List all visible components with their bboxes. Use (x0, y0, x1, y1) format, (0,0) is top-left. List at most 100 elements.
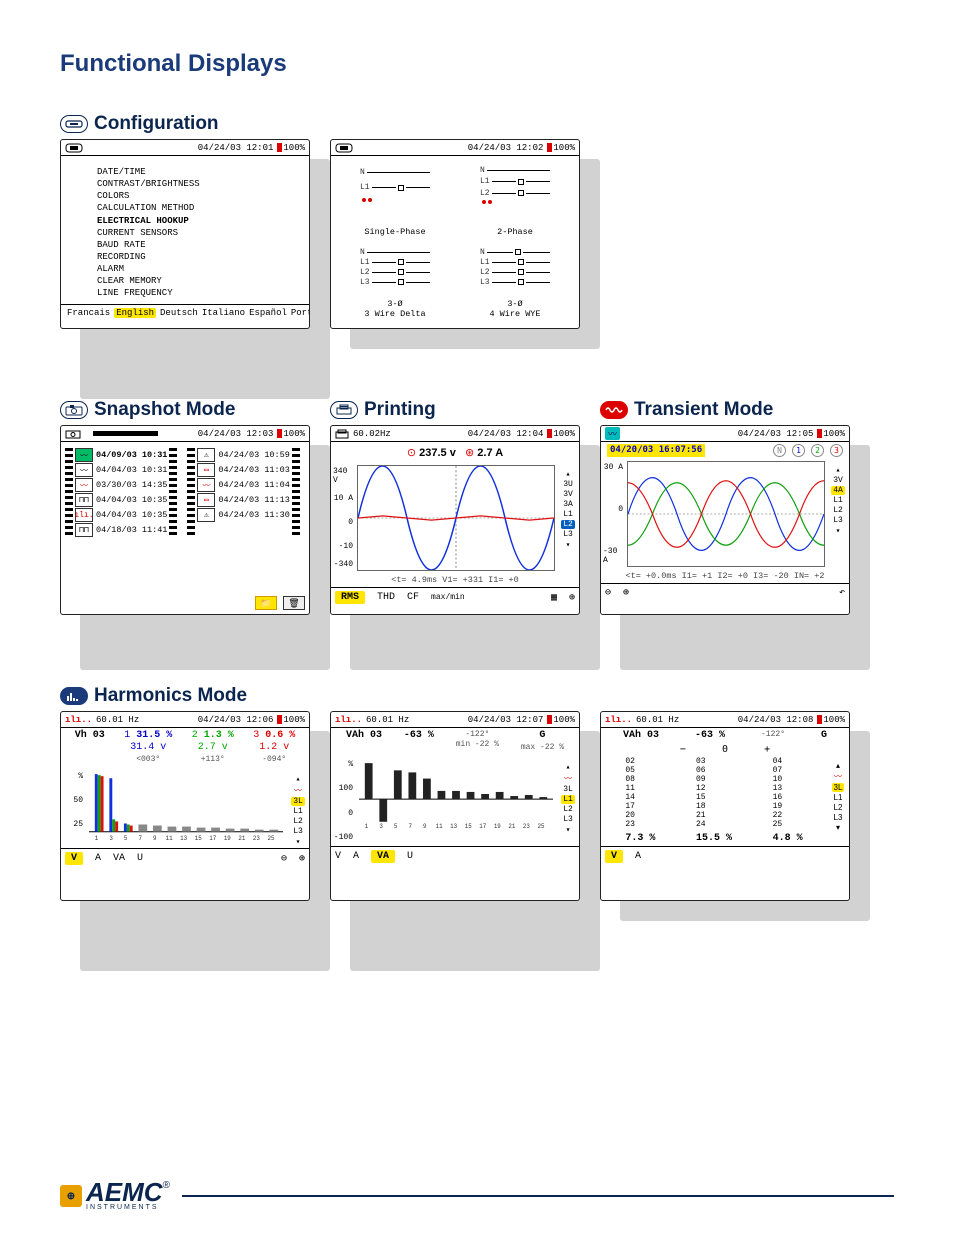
legend-item[interactable]: L3 (293, 827, 303, 836)
lang-opt[interactable]: Deutsch (160, 308, 198, 318)
zoom-in[interactable]: ⊕ (299, 853, 305, 865)
menu-item[interactable]: DATE/TIME (97, 166, 299, 178)
snap-ts[interactable]: 04/24/03 11:03 (218, 465, 289, 475)
harm2-legend[interactable]: ▴ 〰 3L L1 L2 L3 ▾ (557, 756, 579, 846)
menu-item[interactable]: LINE FREQUENCY (97, 287, 299, 299)
snap-ts[interactable]: 04/04/03 10:31 (96, 465, 167, 475)
legend-item[interactable]: L3 (563, 530, 573, 539)
menu-item[interactable]: CURRENT SENSORS (97, 227, 299, 239)
legend-item[interactable]: L3 (563, 815, 573, 824)
lang-opt-selected[interactable]: English (114, 308, 156, 318)
lang-opt[interactable]: Francais (67, 308, 110, 318)
folder-button[interactable]: 📁 (255, 596, 277, 610)
snap-ts[interactable]: 04/24/03 11:13 (218, 495, 289, 505)
trans-legend[interactable]: ▴ 3V 4A L1 L2 L3 ▾ (827, 459, 849, 569)
return-icon[interactable]: ↶ (839, 587, 845, 599)
filmstrip-left[interactable]: 〰04/09/03 10:31 〰04/04/03 10:31 〰03/30/0… (65, 448, 177, 537)
tab-v[interactable]: V (335, 851, 341, 862)
harm2-tabs[interactable]: V A VA U (331, 846, 579, 866)
legend-item[interactable]: 3V (563, 490, 573, 499)
legend-item-sel[interactable]: 3L (291, 797, 305, 806)
zoom-out[interactable]: ⊖ (281, 853, 287, 865)
tab-v[interactable]: V (605, 850, 623, 863)
legend-item[interactable]: L1 (833, 496, 843, 505)
harm3-tabs[interactable]: V A (601, 846, 849, 866)
tab-va[interactable]: VA (113, 853, 125, 864)
tab-cf[interactable]: CF (407, 592, 419, 603)
tab-maxmin[interactable]: max/min (431, 594, 465, 602)
tab-v[interactable]: V (65, 852, 83, 865)
hookup-4wire-wye[interactable]: NL1L2L3 3-Ø4 Wire WYE (455, 242, 575, 324)
phase-2[interactable]: 2 (811, 444, 824, 457)
hookup-3wire-delta[interactable]: NL1L2L3 3-Ø3 Wire Delta (335, 242, 455, 324)
snap-ts[interactable]: 04/18/03 11:41 (96, 525, 167, 535)
legend-item[interactable]: 3V (833, 476, 843, 485)
phase-1[interactable]: 1 (792, 444, 805, 457)
snap-ts[interactable]: 04/04/03 10:35 (96, 510, 167, 520)
zoom-in[interactable]: ⊕ (623, 587, 629, 599)
config-menu[interactable]: DATE/TIME CONTRAST/BRIGHTNESS COLORS CAL… (61, 156, 309, 304)
print-tabs[interactable]: RMS THD CF max/min ▦ ⊕ (331, 587, 579, 607)
legend-item[interactable]: L2 (834, 803, 843, 812)
menu-item[interactable]: COLORS (97, 190, 299, 202)
snap-ts[interactable]: 04/04/03 10:35 (96, 495, 167, 505)
menu-item[interactable]: BAUD RATE (97, 239, 299, 251)
menu-item[interactable]: CALCULATION METHOD (97, 202, 299, 214)
tab-a[interactable]: A (95, 853, 101, 864)
legend-item[interactable]: L1 (834, 793, 843, 802)
tab-u[interactable]: U (137, 853, 143, 864)
phasor-icon[interactable]: ⊕ (569, 592, 575, 604)
print-legend[interactable]: ▴ 3U 3V 3A L1 L2 L3 ▾ (557, 463, 579, 573)
tab-thd[interactable]: THD (377, 592, 395, 603)
tab-a[interactable]: A (353, 851, 359, 862)
snap-ts[interactable]: 04/24/03 11:04 (218, 480, 289, 490)
snap-ts[interactable]: 04/24/03 10:59 (218, 450, 289, 460)
menu-item[interactable]: RECORDING (97, 251, 299, 263)
legend-item[interactable]: L2 (293, 817, 303, 826)
svg-text:7: 7 (408, 823, 412, 830)
menu-item[interactable]: ALARM (97, 263, 299, 275)
harm1-tabs[interactable]: V A VA U ⊖ ⊕ (61, 848, 309, 868)
legend-item-sel[interactable]: L1 (561, 795, 575, 804)
legend-item[interactable]: L1 (563, 510, 573, 519)
table-icon[interactable]: ▦ (551, 592, 557, 604)
menu-item[interactable]: CONTRAST/BRIGHTNESS (97, 178, 299, 190)
trash-button[interactable]: 🗑 (283, 596, 305, 610)
filmstrip-right[interactable]: ⚠04/24/03 10:59 ▭04/24/03 11:03 〰04/24/0… (187, 448, 299, 537)
phase-n[interactable]: N (773, 444, 786, 457)
legend-item[interactable]: L2 (563, 805, 573, 814)
tab-rms[interactable]: RMS (335, 591, 365, 604)
legend-item[interactable]: 3L (563, 785, 573, 794)
legend-item[interactable]: L2 (833, 506, 843, 515)
language-bar[interactable]: Francais English Deutsch Italiano Españo… (61, 304, 309, 321)
hookup-grid[interactable]: NL1 Single-Phase NL1L2 2-Phase NL1L2L3 3… (331, 156, 579, 328)
legend-item-sel[interactable]: 3L (832, 783, 845, 792)
snap-ts[interactable]: 03/30/03 14:35 (96, 480, 167, 490)
legend-item[interactable]: L3 (834, 813, 843, 822)
bars-small-icon: ılı.. (65, 715, 92, 725)
tab-u[interactable]: U (407, 851, 413, 862)
harm1-legend[interactable]: ▴ 〰 3L L1 L2 L3 ▾ (287, 768, 309, 848)
menu-item-selected[interactable]: ELECTRICAL HOOKUP (97, 215, 299, 227)
legend-item[interactable]: L3 (833, 516, 843, 525)
lang-opt[interactable]: Portugues (291, 308, 310, 318)
hookup-single-phase[interactable]: NL1 Single-Phase (335, 160, 455, 242)
snap-ts[interactable]: 04/09/03 10:31 (96, 450, 167, 460)
trans-ts[interactable]: 04/20/03 16:07:56 (607, 444, 705, 457)
legend-item-sel[interactable]: L2 (561, 520, 575, 529)
lang-opt[interactable]: Español (249, 308, 287, 318)
tab-va[interactable]: VA (371, 850, 395, 863)
lang-opt[interactable]: Italiano (202, 308, 245, 318)
hookup-2phase[interactable]: NL1L2 2-Phase (455, 160, 575, 242)
trans-tabs[interactable]: ⊖ ⊕ ↶ (601, 583, 849, 602)
legend-item[interactable]: 3A (563, 500, 573, 509)
menu-item[interactable]: CLEAR MEMORY (97, 275, 299, 287)
zoom-out[interactable]: ⊖ (605, 587, 611, 599)
legend-item[interactable]: L1 (293, 807, 303, 816)
phase-3[interactable]: 3 (830, 444, 843, 457)
tab-a[interactable]: A (635, 851, 641, 862)
legend-item-sel[interactable]: 4A (831, 486, 845, 495)
harm3-legend[interactable]: ▴ 〰 3L L1 L2 L3 ▾ (827, 755, 849, 846)
legend-item[interactable]: 3U (563, 480, 573, 489)
snap-ts[interactable]: 04/24/03 11:30 (218, 510, 289, 520)
